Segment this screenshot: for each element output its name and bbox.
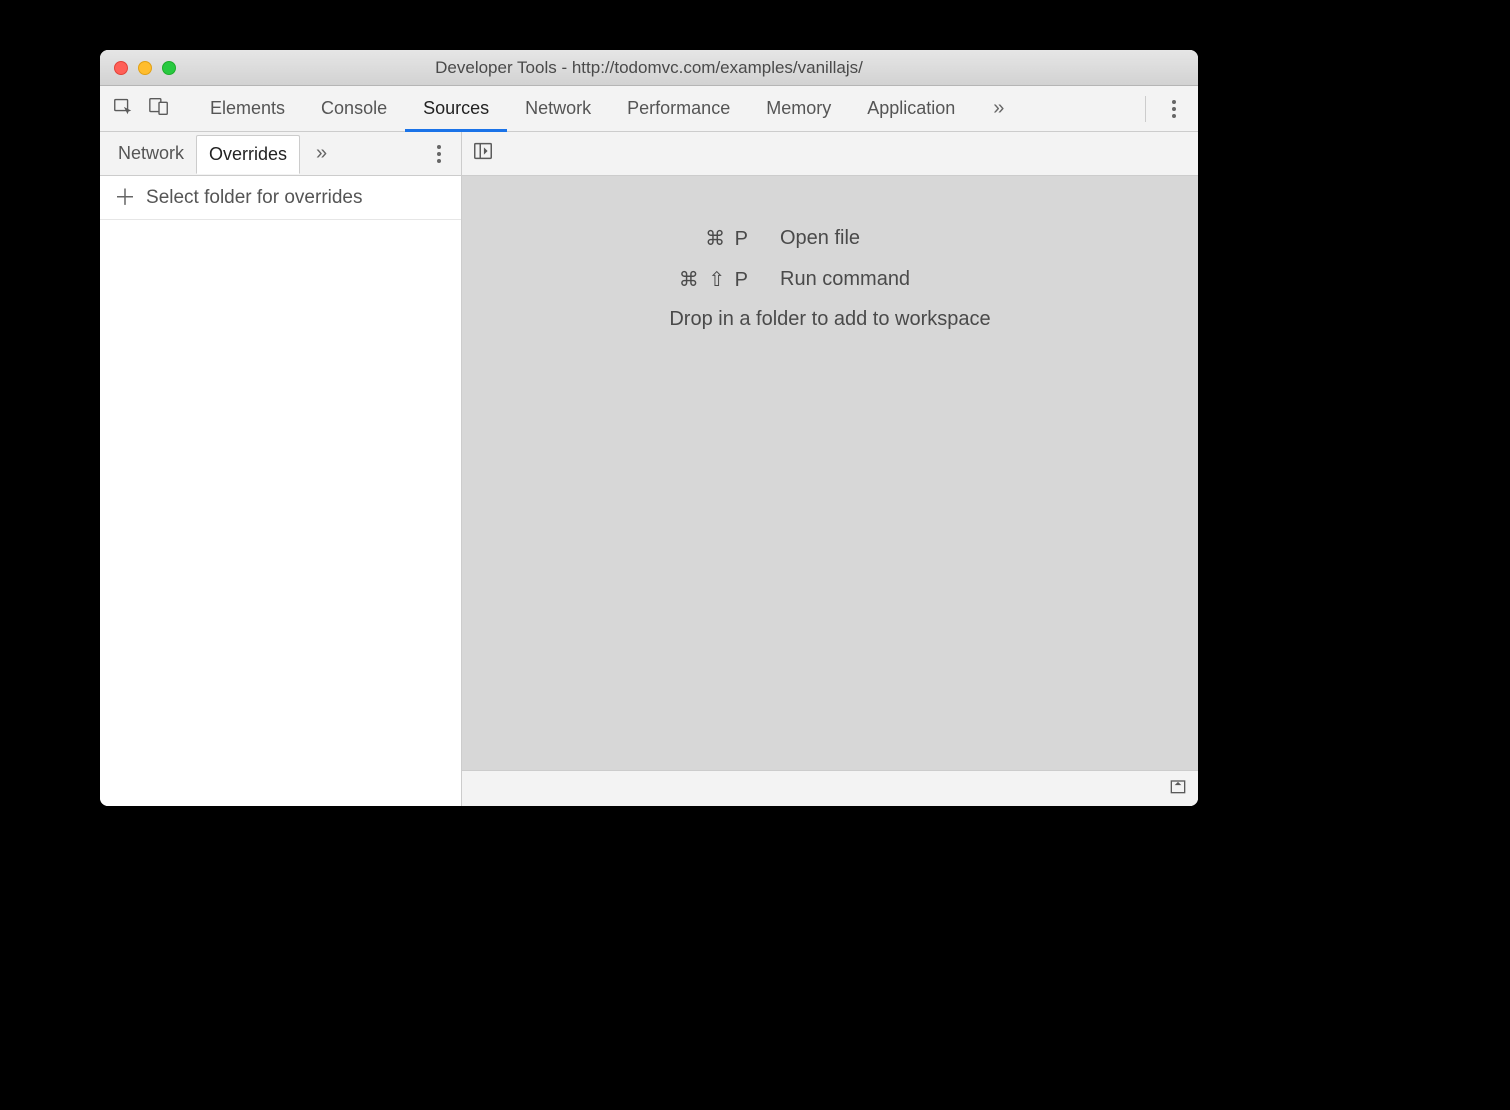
toolbar-divider <box>1145 96 1146 122</box>
main-toolbar: Elements Console Sources Network Perform… <box>100 86 1198 132</box>
sidebar-tab-network[interactable]: Network <box>106 135 196 172</box>
tab-application[interactable]: Application <box>849 86 973 131</box>
device-toggle-icon[interactable] <box>148 95 170 122</box>
editor-toolbar <box>462 132 1198 176</box>
window-title: Developer Tools - http://todomvc.com/exa… <box>100 58 1198 78</box>
tab-performance[interactable]: Performance <box>609 86 748 131</box>
shortcut-keys: ⌘ P <box>570 226 750 251</box>
more-sidebar-tabs-icon[interactable]: » <box>304 142 339 165</box>
hint-open-file: ⌘ P Open file <box>570 226 1090 251</box>
sidebar-tab-overrides[interactable]: Overrides <box>196 135 300 174</box>
tab-console[interactable]: Console <box>303 86 405 131</box>
empty-state-hints: ⌘ P Open file ⌘ ⇧ P Run command Drop in … <box>462 226 1198 331</box>
select-folder-label: Select folder for overrides <box>146 187 363 209</box>
titlebar: Developer Tools - http://todomvc.com/exa… <box>100 50 1198 86</box>
drop-folder-hint: Drop in a folder to add to workspace <box>462 308 1198 331</box>
collapse-sidebar-icon[interactable] <box>472 140 494 167</box>
sidebar-tabs: Network Overrides » <box>100 132 461 176</box>
devtools-window: Developer Tools - http://todomvc.com/exa… <box>100 50 1198 806</box>
sources-sidebar: Network Overrides » ＋ Select folder for … <box>100 132 462 806</box>
editor-area: ⌘ P Open file ⌘ ⇧ P Run command Drop in … <box>462 132 1198 806</box>
editor-footer <box>462 770 1198 806</box>
sidebar-menu-icon[interactable] <box>427 142 451 166</box>
panel-tabs: Elements Console Sources Network Perform… <box>192 86 973 131</box>
plus-icon: ＋ <box>114 187 136 209</box>
shortcut-keys: ⌘ ⇧ P <box>570 267 750 292</box>
tab-sources[interactable]: Sources <box>405 86 507 131</box>
maximize-window-button[interactable] <box>162 61 176 75</box>
panel-body: Network Overrides » ＋ Select folder for … <box>100 132 1198 806</box>
tab-elements[interactable]: Elements <box>192 86 303 131</box>
inspect-element-icon[interactable] <box>112 95 134 122</box>
hint-label: Run command <box>780 268 1090 291</box>
console-drawer-icon[interactable] <box>1168 776 1188 801</box>
tab-network[interactable]: Network <box>507 86 609 131</box>
settings-menu-icon[interactable] <box>1162 97 1186 121</box>
select-folder-button[interactable]: ＋ Select folder for overrides <box>100 176 461 220</box>
window-controls <box>100 61 176 75</box>
hint-label: Open file <box>780 227 1090 250</box>
minimize-window-button[interactable] <box>138 61 152 75</box>
hint-run-command: ⌘ ⇧ P Run command <box>570 267 1090 292</box>
close-window-button[interactable] <box>114 61 128 75</box>
tab-memory[interactable]: Memory <box>748 86 849 131</box>
more-tabs-icon[interactable]: » <box>981 97 1016 120</box>
